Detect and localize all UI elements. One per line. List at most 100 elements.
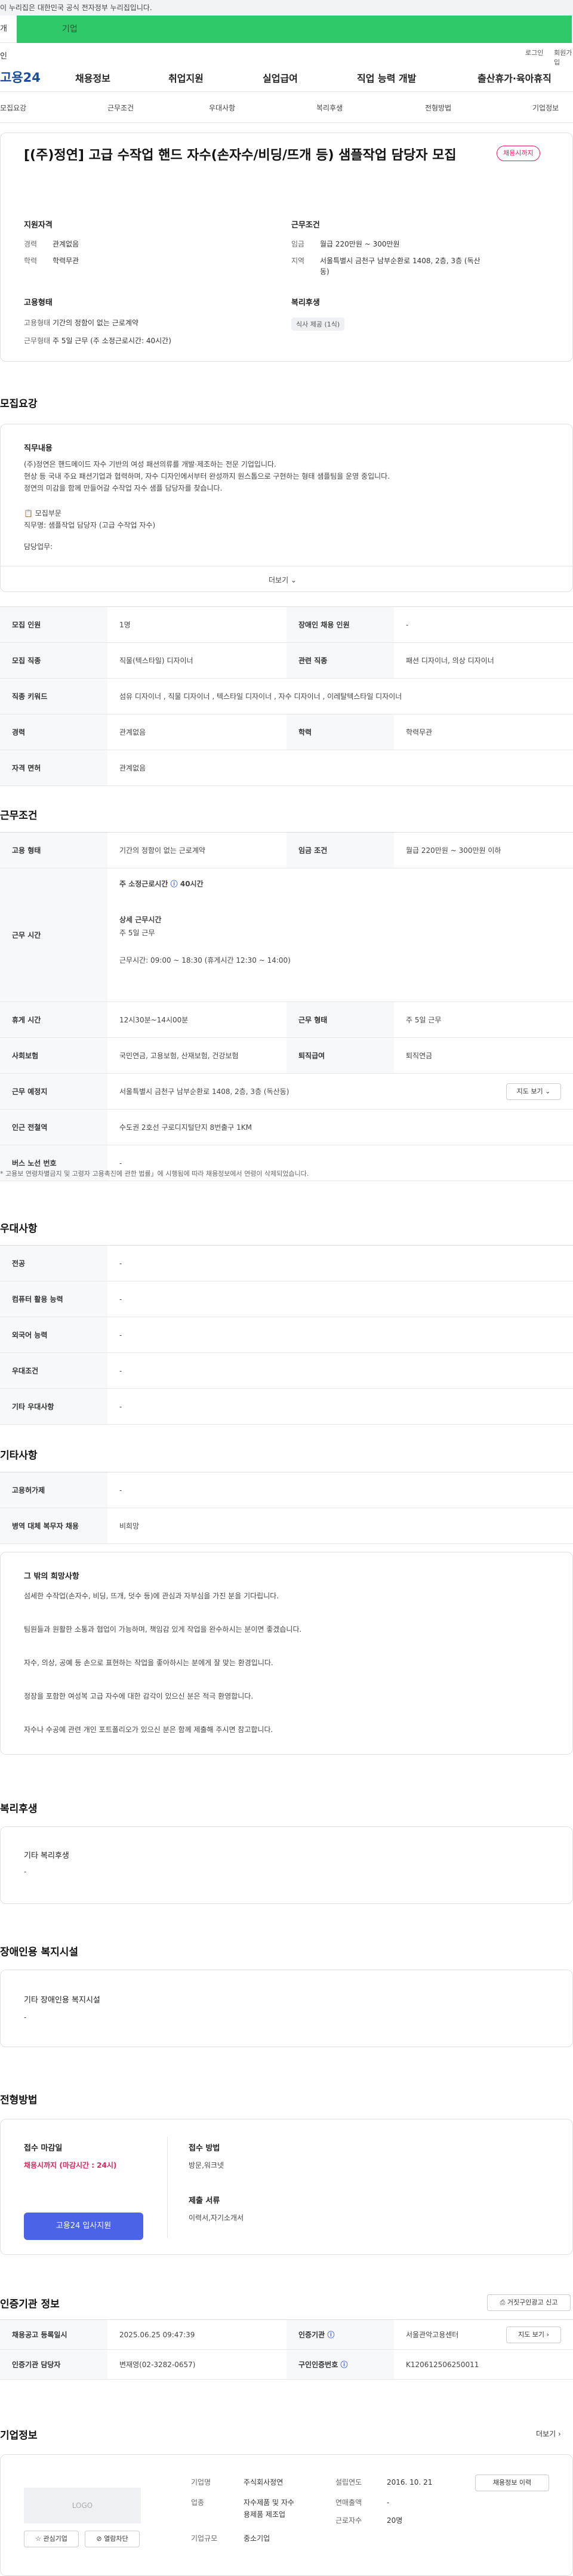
job-title: [(주)정연] 고급 수작업 핸드 자수(손자수/비딩/뜨개 등) 샘플작업 담…: [24, 148, 457, 163]
duty-sub-3: 담당업무:: [24, 543, 53, 551]
career-item: 경력 관계없음: [24, 240, 79, 248]
education-item: 학력 학력무관: [24, 257, 79, 265]
table-row: 전공 -: [0, 1246, 573, 1281]
company-size-item: 기업규모 중소기업: [191, 2534, 270, 2543]
more-button[interactable]: 더보기 ⌄: [269, 574, 297, 586]
anchor-work[interactable]: 근무조건: [107, 103, 134, 113]
global-nav: 고용24 채용정보 취업지원 실업급여 직업 능력 개발 출산휴가·육아휴직: [0, 60, 573, 92]
disabled-value: -: [24, 2013, 27, 2022]
deadline-label: 접수 마감일: [24, 2144, 63, 2153]
table-row: 모집 인원 1명 장애인 채용 인원 -: [0, 607, 573, 643]
table-row: 병역 대체 복무자 채용 비희망: [0, 1508, 573, 1544]
duty-sub-2: 직무명: 샘플작업 담당자 (고급 수작업 자수): [24, 521, 156, 529]
screening-heading: 전형방법: [0, 2094, 38, 2106]
table-row: 근무 예정지 서울특별시 금천구 남부순환로 1408, 2층, 3층 (독산동)…: [0, 1074, 573, 1110]
duty-line-3: 정연의 미감을 함께 만들어갈 수작업 자수 샘플 담당자를 찾습니다.: [24, 484, 223, 492]
employment-type-item: 고용형태 기간의 정함이 없는 근로계약: [24, 319, 138, 327]
nav-item-leave[interactable]: 출산휴가·육아휴직: [478, 70, 552, 85]
tab-individual[interactable]: 개인: [0, 16, 12, 61]
etc-heading: 기타사항: [0, 1450, 38, 1462]
wish-title: 그 밖의 희망사항: [24, 1572, 79, 1581]
welfare-heading: 복리후생: [0, 1803, 38, 1815]
docs-label: 제출 서류: [189, 2196, 220, 2205]
company-heading: 기업정보: [0, 2430, 38, 2442]
area-item-cont: 동): [320, 267, 329, 276]
gov-banner: 이 누리집은 대한민국 공식 전자정부 누리집입니다.: [0, 0, 573, 16]
table-row: 휴게 시간 12시30분~14시00분 근무 형태 주 5일 근무: [0, 1002, 573, 1038]
anchor-recruit[interactable]: 모집요강: [0, 103, 26, 113]
block-company-button[interactable]: ⊘ 열람차단: [85, 2531, 140, 2547]
welfare-card: [0, 1826, 573, 1904]
meal-pill: 식사 제공 (1식): [291, 318, 345, 331]
site-logo[interactable]: 고용24: [0, 68, 41, 86]
anchor-preference[interactable]: 우대사항: [209, 103, 235, 113]
table-row: 직종 키워드 섬유 디자이너 , 직물 디자이너 , 텍스타일 디자이너 , 자수…: [0, 679, 573, 714]
company-est-item: 설립연도 2016. 10. 21: [335, 2478, 433, 2486]
condition-title: 근무조건: [291, 221, 320, 230]
wish-line-2: 팀원들과 원활한 소통과 협업이 가능하며, 책임감 있게 작업을 완수하시는 …: [24, 1625, 302, 1634]
apply-button[interactable]: 고용24 입사지원: [24, 2213, 143, 2240]
table-row: 경력 관계없음 학력 학력무관: [0, 714, 573, 750]
report-button[interactable]: ⎙ 거짓구인광고 신고: [487, 2294, 571, 2311]
disabled-heading: 장애인용 복지시설: [0, 1946, 79, 1958]
duty-line-1: (주)정연은 핸드메이드 자수 기반의 여성 패션의류를 개발·제조하는 전문 …: [24, 460, 276, 469]
history-button[interactable]: 채용정보 이력: [475, 2475, 549, 2491]
utility-bar: 로그인 회원가입: [0, 43, 573, 66]
nav-item-unemployment[interactable]: 실업급여: [263, 70, 298, 85]
table-row: 사회보험 국민연금, 고용보험, 산재보험, 건강보험 퇴직급여 퇴직연금: [0, 1038, 573, 1074]
company-sales-item: 연매출액 -: [335, 2498, 390, 2507]
cert-table: 채용공고 등록일시 2025.06.25 09:47:39 인증기관 ⓘ 서울관악고…: [0, 2319, 573, 2380]
anchor-screening[interactable]: 전형방법: [425, 103, 451, 113]
favorite-company-button[interactable]: ☆ 관심기업: [24, 2531, 79, 2547]
table-row: 고용 형태 기간의 정함이 없는 근로계약 임금 조건 월급 220만원 ~ 300만…: [0, 833, 573, 868]
method-value: 방문,워크넷: [189, 2161, 224, 2170]
company-logo: LOGO: [24, 2488, 141, 2523]
print-icon: ⎙: [500, 2298, 507, 2306]
disabled-card: [0, 1970, 573, 2047]
table-row: 인증기관 담당자 변재영(02-3282-0657) 구인인증번호 ⓘ K12061…: [0, 2350, 573, 2380]
company-industry-item: 업종 자수제품 및 자수: [191, 2498, 294, 2507]
nav-item-jobs[interactable]: 채용정보: [75, 70, 110, 85]
wage-item: 임금 월급 220만원 ~ 300만원: [291, 240, 400, 248]
preference-heading: 우대사항: [0, 1223, 38, 1235]
duty-label: 직무내용: [24, 444, 53, 453]
table-row: 자격 면허 관계없음: [0, 750, 573, 786]
company-name-item: 기업명 주식회사정연: [191, 2478, 284, 2486]
employment-title: 고용형태: [24, 298, 53, 307]
table-row: 우대조건 -: [0, 1353, 573, 1389]
deadline-badge: 채용시까지: [497, 146, 540, 161]
wish-line-5: 자수나 수공예 관련 개인 포트폴리오가 있으신 분은 함께 제출해 주시면 참…: [24, 1725, 273, 1734]
duty-sub-1: 📋 모집부문: [24, 509, 61, 517]
nav-item-training[interactable]: 직업 능력 개발: [357, 70, 416, 85]
tab-business[interactable]: 기업: [17, 16, 572, 43]
company-employees-item: 근로자수 20명: [335, 2516, 403, 2525]
welfare-value: -: [24, 1868, 27, 1876]
map-view-button[interactable]: 지도 보기 ⌄: [506, 1083, 561, 1100]
etc-table: 고용허가제 - 병역 대체 복무자 채용 비희망: [0, 1472, 573, 1544]
anchor-company[interactable]: 기업정보: [532, 103, 559, 113]
table-row: 모집 직종 직물(텍스타일) 디자이너 관련 직종 패션 디자이너, 의상 디자이너: [0, 643, 573, 679]
info-icon: ⓘ: [327, 2331, 335, 2339]
wish-line-1: 섬세한 수작업(손자수, 비딩, 뜨개, 덧수 등)에 관심과 자부심을 가진 …: [24, 1592, 279, 1600]
table-row: 외국어 능력 -: [0, 1317, 573, 1353]
work-heading: 근무조건: [0, 810, 38, 822]
method-label: 접수 방법: [189, 2144, 220, 2153]
nav-item-support[interactable]: 취업지원: [168, 70, 204, 85]
login-link[interactable]: 로그인: [525, 48, 543, 57]
table-row: 인근 전철역 수도권 2호선 구로디지털단지 8번출구 1KM: [0, 1110, 573, 1145]
work-type-item: 근무형태 주 5일 근무 (주 소정근로시간: 40시간): [24, 337, 171, 345]
docs-value: 이력서,자기소개서: [189, 2214, 244, 2222]
agency-map-button[interactable]: 지도 보기 ›: [506, 2327, 561, 2343]
table-row: 기타 우대사항 -: [0, 1389, 573, 1425]
table-row: 채용공고 등록일시 2025.06.25 09:47:39 인증기관 ⓘ 서울관악고…: [0, 2320, 573, 2350]
work-table: 고용 형태 기간의 정함이 없는 근로계약 임금 조건 월급 220만원 ~ 300만…: [0, 832, 573, 1181]
company-more-link[interactable]: 더보기 ›: [536, 2428, 561, 2440]
welfare-label: 기타 복리후생: [24, 1851, 69, 1860]
recruit-table: 모집 인원 1명 장애인 채용 인원 - 모집 직종 직물(텍스타일) 디자이너 관련 직…: [0, 606, 573, 786]
company-industry-cont: 용제품 제조업: [244, 2510, 286, 2519]
anchor-welfare[interactable]: 복리후생: [316, 103, 343, 113]
age-notice: * 고용보 연령차별금지 및 고령자 고용촉진에 관한 법률」에 시행됨에 따라…: [0, 1170, 309, 1178]
top-tabs: 개인 기업: [0, 16, 573, 61]
wish-line-4: 정장을 포함한 여성복 고급 자수에 대한 감각이 있으신 분은 적극 환영합니…: [24, 1692, 254, 1700]
welfare-summary-title: 복리후생: [291, 298, 320, 307]
